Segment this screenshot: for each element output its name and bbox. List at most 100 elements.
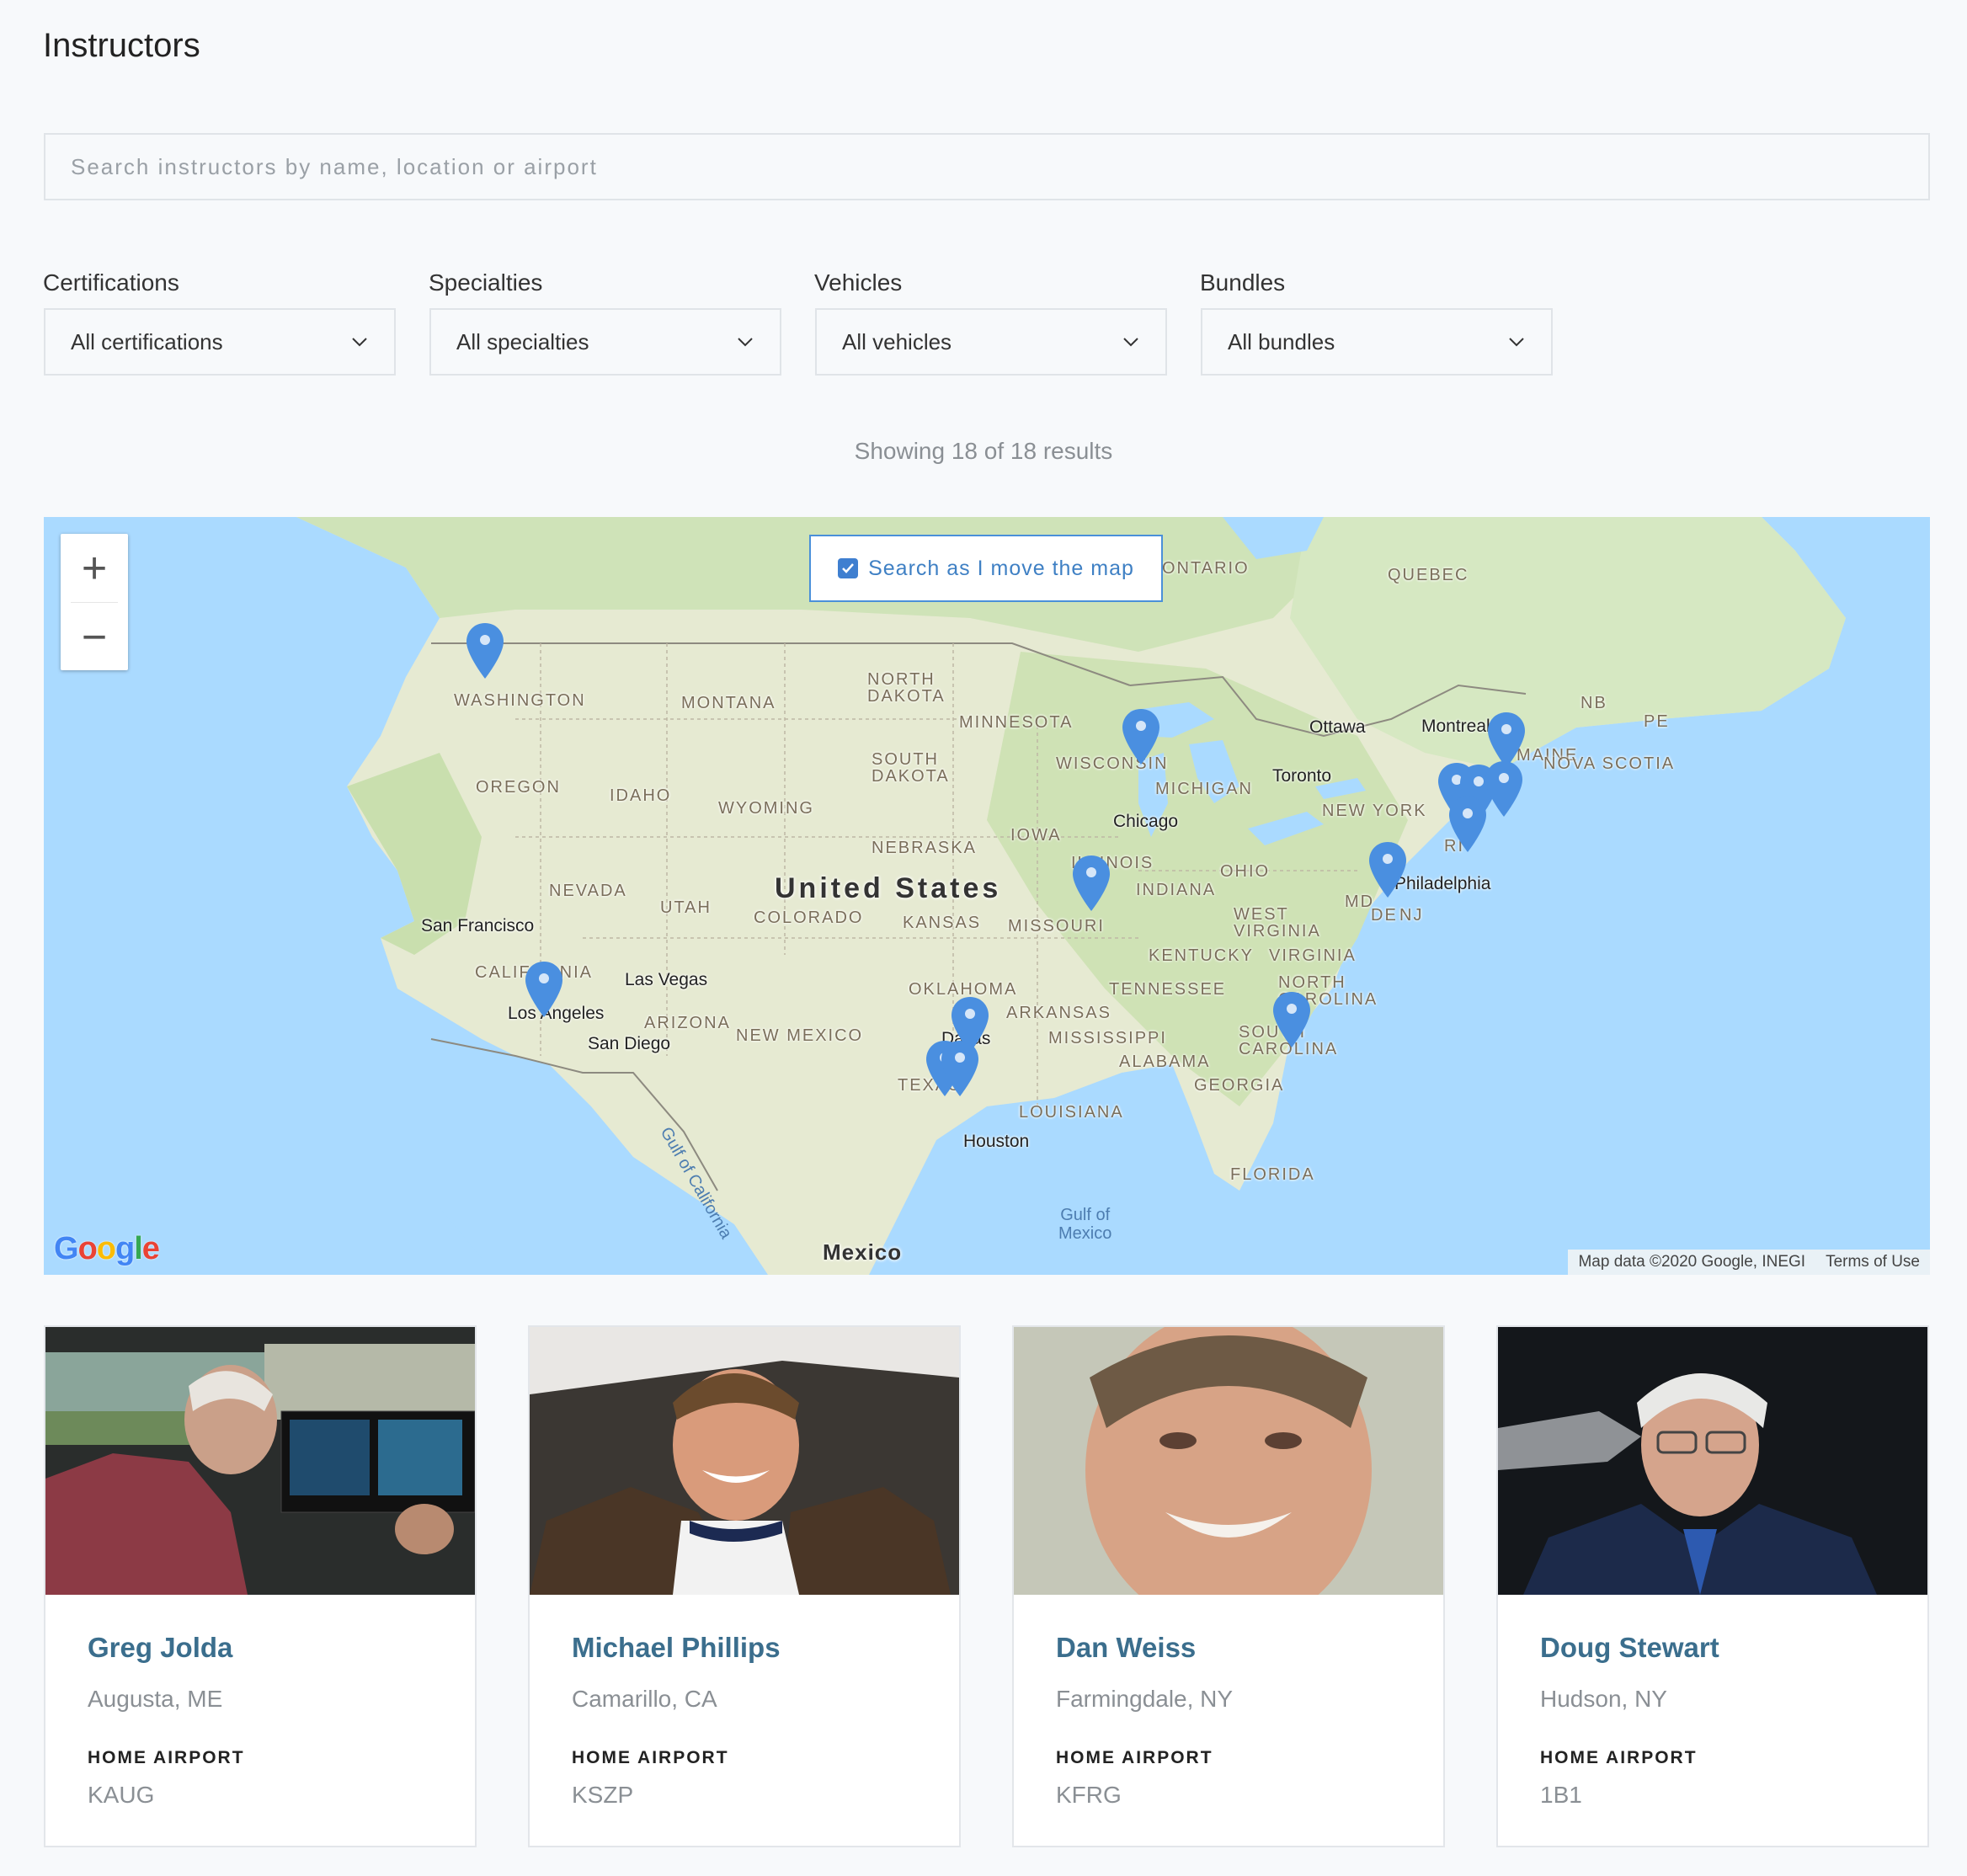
home-airport-code: 1B1 xyxy=(1540,1782,1582,1808)
state-label: Iowa xyxy=(1010,826,1062,845)
instructor-location: Hudson, NY xyxy=(1540,1686,1667,1712)
results-count: Showing 18 of 18 results xyxy=(854,438,1113,464)
instructor-card[interactable]: Dan Weiss Farmingdale, NY HOME AIRPORT K… xyxy=(1012,1325,1445,1847)
state-label: NJ xyxy=(1399,906,1424,925)
home-airport-code: KAUG xyxy=(88,1782,155,1808)
state-label: DE xyxy=(1371,906,1398,925)
map-pin-icon[interactable] xyxy=(1367,840,1408,899)
checkbox-checked-icon[interactable] xyxy=(838,558,859,578)
home-airport-code: KSZP xyxy=(572,1782,634,1808)
map-pin-icon[interactable] xyxy=(1447,795,1488,854)
state-label: Arkansas xyxy=(1006,1004,1111,1022)
map-pin-icon[interactable] xyxy=(465,621,505,680)
google-logo: Google xyxy=(54,1231,160,1266)
state-label: South Dakota xyxy=(872,750,950,786)
page-title: Instructors xyxy=(43,27,200,64)
specialties-value: All specialties xyxy=(456,328,589,354)
state-label: Colorado xyxy=(754,909,864,927)
state-label: West Virginia xyxy=(1234,905,1321,941)
state-label: New Mexico xyxy=(736,1026,864,1045)
country-label: United States xyxy=(775,872,1002,904)
instructor-name[interactable]: Greg Jolda xyxy=(88,1632,433,1664)
instructor-location: Farmingdale, NY xyxy=(1056,1686,1234,1712)
state-label: Kansas xyxy=(903,914,982,932)
search-input[interactable] xyxy=(44,133,1930,200)
country-label: Mexico xyxy=(823,1239,903,1265)
instructor-name[interactable]: Doug Stewart xyxy=(1540,1632,1885,1664)
map-pin-icon[interactable] xyxy=(1121,707,1161,766)
instructor-name[interactable]: Dan Weiss xyxy=(1056,1632,1401,1664)
vehicles-label: Vehicles xyxy=(814,269,903,296)
map-pin-icon[interactable] xyxy=(524,960,564,1019)
state-label: Idaho xyxy=(610,786,672,805)
search-as-move-toggle[interactable]: Search as I move the map xyxy=(809,535,1163,602)
instructor-photo[interactable] xyxy=(1498,1327,1927,1595)
state-label: Montana xyxy=(681,694,776,712)
state-label: Ohio xyxy=(1220,862,1271,881)
terms-of-use-link[interactable]: Terms of Use xyxy=(1826,1253,1920,1271)
instructor-card[interactable]: Michael Phillips Camarillo, CA HOME AIRP… xyxy=(528,1325,961,1847)
home-airport-label: HOME AIRPORT xyxy=(88,1748,245,1767)
instructor-name[interactable]: Michael Phillips xyxy=(572,1632,917,1664)
home-airport-label: HOME AIRPORT xyxy=(1540,1748,1698,1767)
vehicles-value: All vehicles xyxy=(842,328,952,354)
city-label: San Francisco xyxy=(421,916,535,935)
state-label: Ontario xyxy=(1162,559,1250,578)
state-label: Missouri xyxy=(1008,917,1105,935)
chevron-down-icon xyxy=(1509,338,1524,347)
bundles-select[interactable]: All bundles xyxy=(1201,308,1553,376)
instructor-photo[interactable] xyxy=(530,1327,959,1595)
map-pin-icon[interactable] xyxy=(1271,990,1312,1049)
home-airport-label: HOME AIRPORT xyxy=(1056,1748,1213,1767)
instructor-location: Augusta, ME xyxy=(88,1686,223,1712)
state-label: Quebec xyxy=(1388,566,1469,584)
bundles-value: All bundles xyxy=(1228,328,1335,354)
instructor-card[interactable]: Doug Stewart Hudson, NY HOME AIRPORT 1B1 xyxy=(1496,1325,1929,1847)
zoom-controls: + − xyxy=(61,534,128,670)
state-label: Washington xyxy=(454,691,586,710)
city-label: Houston xyxy=(963,1132,1030,1151)
state-label: Alabama xyxy=(1119,1053,1211,1071)
chevron-down-icon xyxy=(1123,338,1138,347)
state-label: Utah xyxy=(660,898,712,917)
specialties-label: Specialties xyxy=(429,269,543,296)
map-credits: Map data ©2020 Google, INEGI Terms of Us… xyxy=(1568,1250,1930,1275)
state-label: Virginia xyxy=(1269,946,1357,965)
instructor-photo[interactable] xyxy=(1014,1327,1443,1595)
certifications-label: Certifications xyxy=(43,269,179,296)
state-label: Arizona xyxy=(644,1014,731,1032)
state-label: Minnesota xyxy=(959,713,1074,732)
map-pin-icon[interactable] xyxy=(940,1039,980,1098)
instructor-photo[interactable] xyxy=(45,1327,475,1595)
specialties-select[interactable]: All specialties xyxy=(429,308,781,376)
certifications-select[interactable]: All certifications xyxy=(44,308,396,376)
instructor-map[interactable]: Washington Montana North Dakota Minnesot… xyxy=(44,517,1930,1275)
city-label: Ottawa xyxy=(1309,717,1366,737)
state-label: NB xyxy=(1581,694,1607,712)
state-label: Nebraska xyxy=(872,839,977,857)
state-label: Georgia xyxy=(1194,1076,1285,1095)
state-label: North Dakota xyxy=(867,670,946,706)
zoom-in-button[interactable]: + xyxy=(61,534,128,602)
state-label: Nova Scotia xyxy=(1543,754,1676,773)
city-label: Las Vegas xyxy=(625,970,708,989)
chevron-down-icon xyxy=(352,338,367,347)
map-pin-icon[interactable] xyxy=(1484,759,1524,818)
map-pin-icon[interactable] xyxy=(1071,854,1111,913)
vehicles-select[interactable]: All vehicles xyxy=(815,308,1167,376)
zoom-out-button[interactable]: − xyxy=(61,603,128,671)
chevron-down-icon xyxy=(738,338,753,347)
home-airport-code: KFRG xyxy=(1056,1782,1122,1808)
instructor-card[interactable]: Greg Jolda Augusta, ME HOME AIRPORT KAUG xyxy=(44,1325,477,1847)
instructors-page: Instructors Certifications All certifica… xyxy=(0,0,1967,1876)
state-label: Mississippi xyxy=(1048,1029,1167,1047)
map-data-credit: Map data ©2020 Google, INEGI xyxy=(1578,1253,1806,1271)
search-as-move-label: Search as I move the map xyxy=(868,556,1134,580)
state-label: Wyoming xyxy=(718,799,814,818)
city-label: San Diego xyxy=(588,1034,671,1053)
bundles-label: Bundles xyxy=(1200,269,1286,296)
state-label: Oregon xyxy=(476,778,561,797)
state-label: Louisiana xyxy=(1019,1103,1124,1122)
state-label: PE xyxy=(1644,712,1670,731)
certifications-value: All certifications xyxy=(71,328,223,354)
